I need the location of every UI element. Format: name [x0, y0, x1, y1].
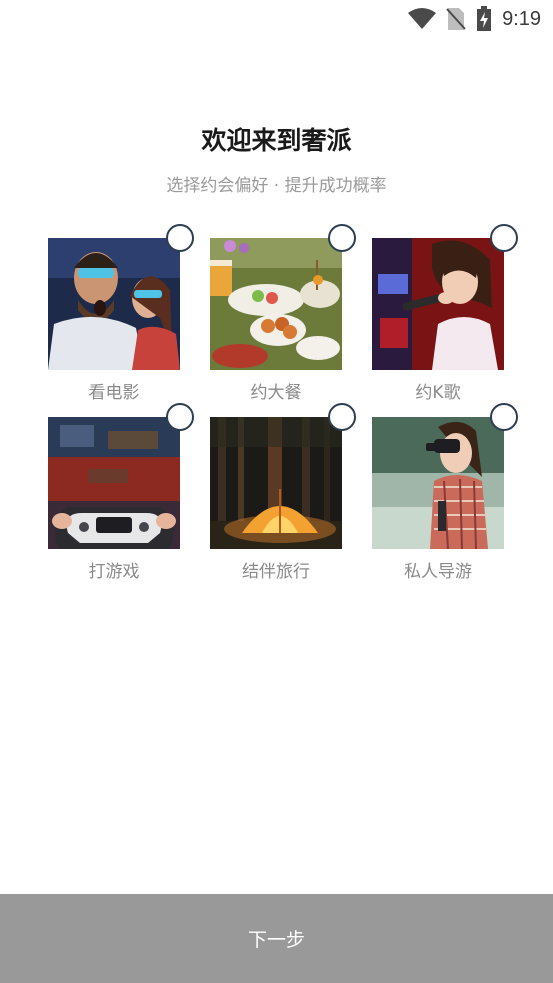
next-button-label: 下一步: [247, 929, 305, 951]
gaming-image: [48, 417, 180, 549]
preference-card-travel[interactable]: 结伴旅行: [210, 403, 358, 587]
page-title: 欢迎来到奢派: [201, 126, 352, 155]
dinner-image: [210, 238, 342, 370]
no-sim-icon: [446, 8, 466, 30]
status-icons: 9:19: [408, 5, 541, 33]
status-bar: 9:19: [0, 0, 553, 38]
preference-card-karaoke[interactable]: 约K歌: [372, 224, 520, 408]
select-checkbox[interactable]: [166, 403, 194, 431]
wifi-icon: [408, 8, 437, 29]
preference-card-tour-guide[interactable]: 私人导游: [372, 403, 520, 587]
preference-label: 约K歌: [415, 383, 461, 403]
page-subtitle: 选择约会偏好 · 提升成功概率: [166, 176, 387, 196]
status-time: 9:19: [502, 7, 541, 30]
preference-label: 看电影: [88, 383, 140, 403]
battery-charging-icon: [477, 6, 492, 31]
select-checkbox[interactable]: [490, 224, 518, 252]
select-checkbox[interactable]: [490, 403, 518, 431]
preference-label: 结伴旅行: [242, 562, 310, 582]
travel-image: [210, 417, 342, 549]
next-button[interactable]: 下一步: [0, 894, 553, 983]
select-checkbox[interactable]: [328, 403, 356, 431]
preference-label: 私人导游: [404, 562, 472, 582]
preference-card-gaming[interactable]: 打游戏: [48, 403, 196, 587]
select-checkbox[interactable]: [328, 224, 356, 252]
tour-guide-image: [372, 417, 504, 549]
preference-label: 打游戏: [88, 562, 140, 582]
preference-label: 约大餐: [250, 383, 302, 403]
select-checkbox[interactable]: [166, 224, 194, 252]
movie-image: [48, 238, 180, 370]
preference-card-movie[interactable]: 看电影: [48, 224, 196, 408]
karaoke-image: [372, 238, 504, 370]
preference-card-dinner[interactable]: 约大餐: [210, 224, 358, 408]
